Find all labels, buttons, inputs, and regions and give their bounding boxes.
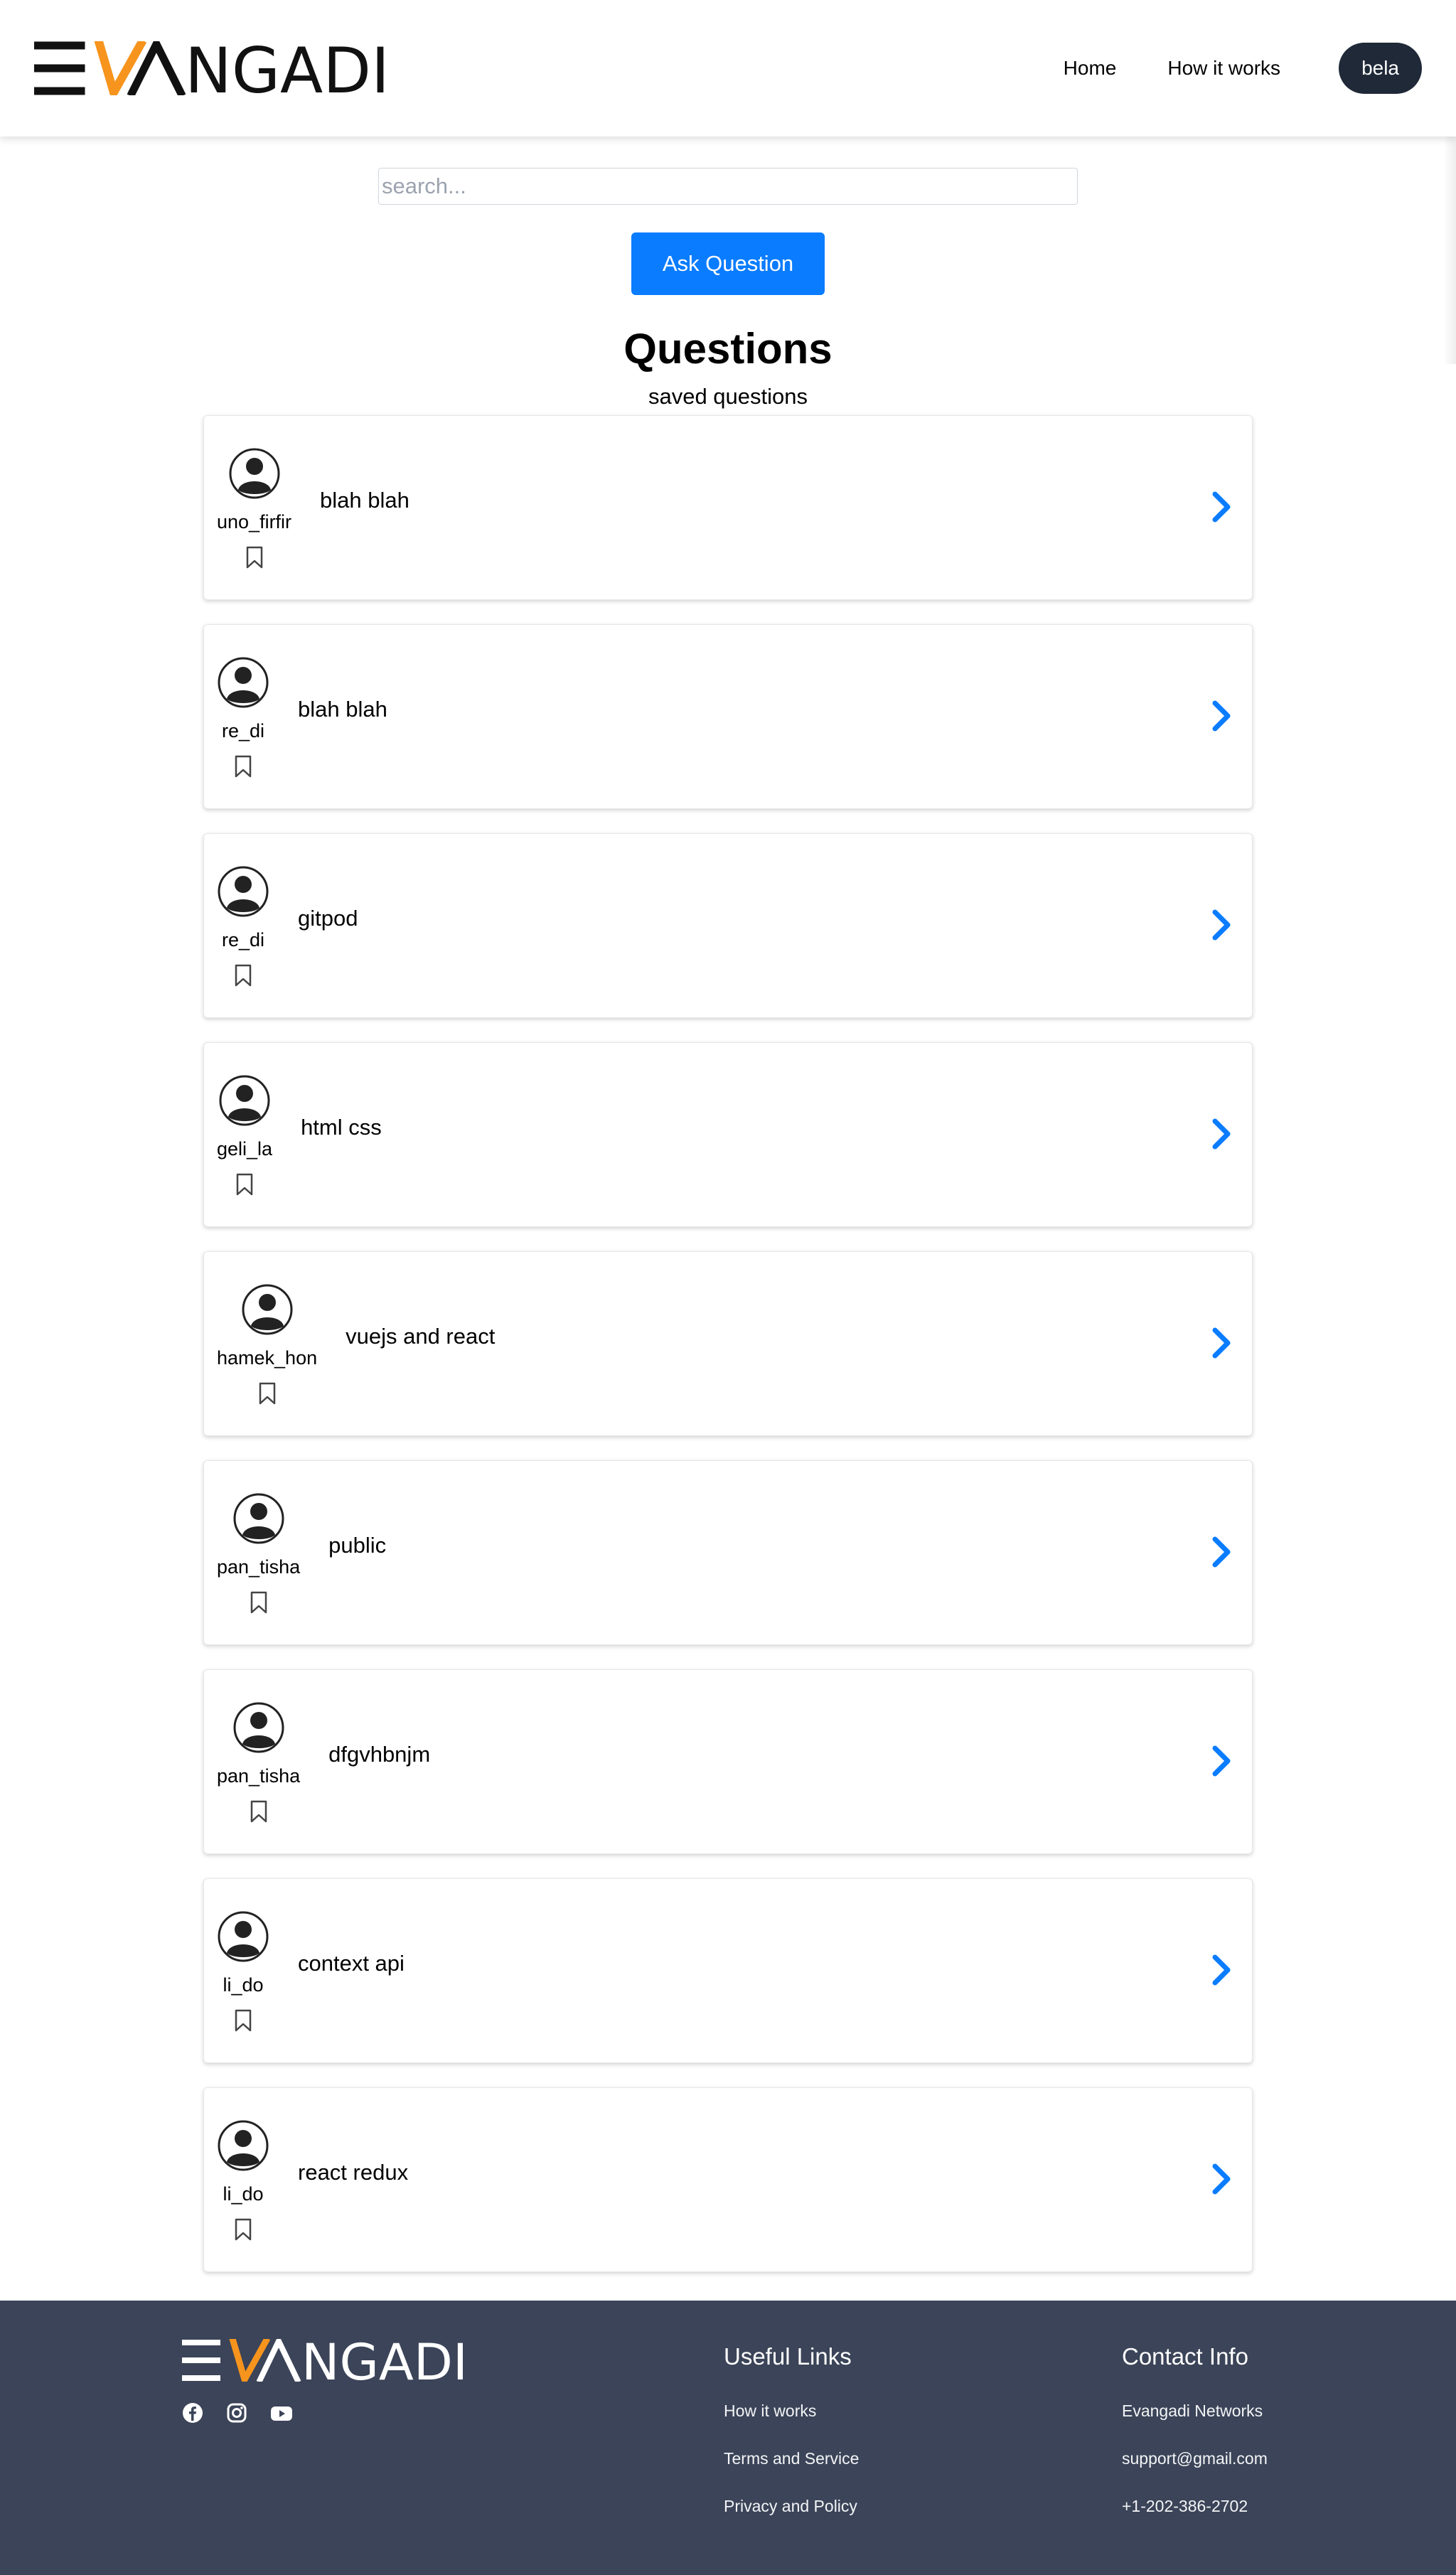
question-card[interactable]: pan_tisha dfgvhbnjm (203, 1669, 1253, 1854)
question-card[interactable]: li_do context api (203, 1878, 1253, 2063)
question-card[interactable]: hamek_hon vuejs and react (203, 1251, 1253, 1436)
question-username: re_di (221, 719, 265, 742)
social-links (182, 2402, 316, 2427)
contact-email: support@gmail.com (1122, 2449, 1268, 2468)
bookmark-icon[interactable] (258, 1382, 277, 1405)
youtube-icon[interactable] (270, 2402, 293, 2427)
nav-how-it-works-link[interactable]: How it works (1167, 57, 1280, 80)
contact-phone: +1-202-386-2702 (1122, 2497, 1248, 2515)
footer-evangadi-logo[interactable]: NGADI (182, 2339, 469, 2382)
facebook-icon[interactable] (182, 2402, 203, 2427)
question-title[interactable]: context api (298, 1951, 405, 1976)
question-title[interactable]: blah blah (298, 697, 387, 722)
top-header: NGADI Home How it works bela (0, 0, 1456, 136)
question-username: pan_tisha (217, 1556, 301, 1578)
user-avatar-icon (229, 448, 280, 498)
useful-links-heading: Useful Links (724, 2343, 852, 2370)
main-nav: Home How it works bela (1064, 43, 1422, 94)
question-author: li_do (217, 2119, 269, 2241)
question-author: re_di (217, 865, 269, 987)
question-author: hamek_hon (217, 1283, 317, 1405)
chevron-right-icon[interactable] (1211, 1118, 1232, 1150)
chevron-right-icon[interactable] (1211, 1327, 1232, 1359)
user-avatar-icon (218, 866, 269, 916)
question-username: pan_tisha (217, 1765, 301, 1787)
page-footer: NGADI Useful Links How it works Terms an… (0, 2301, 1456, 2575)
question-author: pan_tisha (217, 1492, 300, 1614)
question-card[interactable]: re_di blah blah (203, 624, 1253, 809)
contact-company: Evangadi Networks (1122, 2402, 1263, 2420)
question-title[interactable]: react redux (298, 2160, 408, 2185)
page-title: Questions (623, 325, 833, 373)
svg-text:NGADI: NGADI (185, 41, 390, 95)
contact-info-heading: Contact Info (1122, 2343, 1248, 2370)
question-username: hamek_hon (217, 1347, 318, 1369)
ask-question-button[interactable]: Ask Question (631, 232, 825, 295)
footer-link-terms[interactable]: Terms and Service (724, 2449, 859, 2468)
question-username: li_do (223, 1974, 264, 1996)
question-author: re_di (217, 656, 269, 778)
question-author: uno_firfir (217, 447, 291, 569)
user-avatar-icon (218, 2120, 269, 2170)
footer-link-how-it-works[interactable]: How it works (724, 2402, 859, 2421)
question-title[interactable]: blah blah (320, 488, 410, 513)
question-card[interactable]: pan_tisha public (203, 1460, 1253, 1645)
question-title[interactable]: public (328, 1533, 386, 1558)
question-title[interactable]: vuejs and react (346, 1324, 495, 1349)
evangadi-logo[interactable]: NGADI (34, 41, 392, 95)
question-title[interactable]: dfgvhbnjm (328, 1742, 430, 1767)
question-title[interactable]: gitpod (298, 906, 358, 931)
chevron-right-icon[interactable] (1211, 2163, 1232, 2195)
question-author: li_do (217, 1910, 269, 2032)
nav-home-link[interactable]: Home (1064, 57, 1117, 80)
question-author: geli_la (217, 1074, 272, 1196)
user-account-button[interactable]: bela (1339, 43, 1422, 94)
useful-links-section: Useful Links How it works Terms and Serv… (724, 2343, 859, 2544)
svg-text:NGADI: NGADI (301, 2339, 468, 2382)
question-card[interactable]: li_do react redux (203, 2087, 1253, 2272)
chevron-right-icon[interactable] (1211, 1745, 1232, 1777)
bookmark-icon[interactable] (234, 2009, 252, 2032)
chevron-right-icon[interactable] (1211, 1536, 1232, 1568)
user-avatar-icon (219, 1075, 270, 1125)
user-avatar-icon (218, 657, 269, 707)
user-avatar-icon (242, 1284, 293, 1334)
question-list: uno_firfir blah blah re_di blah blah re_… (203, 415, 1253, 2296)
question-username: re_di (221, 928, 265, 951)
bookmark-icon[interactable] (245, 546, 264, 569)
chevron-right-icon[interactable] (1211, 1954, 1232, 1986)
question-username: uno_firfir (217, 510, 292, 532)
question-username: geli_la (217, 1137, 273, 1160)
bookmark-icon[interactable] (234, 964, 252, 987)
chevron-right-icon[interactable] (1211, 909, 1232, 941)
bookmark-icon[interactable] (250, 1591, 268, 1614)
bookmark-icon[interactable] (234, 2218, 252, 2241)
question-author: pan_tisha (217, 1701, 300, 1823)
question-card[interactable]: geli_la html css (203, 1042, 1253, 1227)
contact-info-section: Contact Info Evangadi Networks support@g… (1122, 2343, 1268, 2544)
question-username: li_do (223, 2183, 264, 2205)
bookmark-icon[interactable] (234, 755, 252, 778)
instagram-icon[interactable] (226, 2402, 247, 2427)
question-card[interactable]: re_di gitpod (203, 833, 1253, 1018)
chevron-right-icon[interactable] (1211, 700, 1232, 732)
page-subtitle: saved questions (648, 384, 808, 409)
question-title[interactable]: html css (301, 1115, 382, 1140)
user-avatar-icon (233, 1702, 284, 1752)
bookmark-icon[interactable] (235, 1173, 254, 1196)
bookmark-icon[interactable] (250, 1800, 268, 1823)
question-card[interactable]: uno_firfir blah blah (203, 415, 1253, 600)
user-avatar-icon (233, 1493, 284, 1543)
search-input[interactable] (378, 168, 1078, 205)
chevron-right-icon[interactable] (1211, 491, 1232, 523)
footer-link-privacy[interactable]: Privacy and Policy (724, 2497, 859, 2516)
user-avatar-icon (218, 1911, 269, 1961)
